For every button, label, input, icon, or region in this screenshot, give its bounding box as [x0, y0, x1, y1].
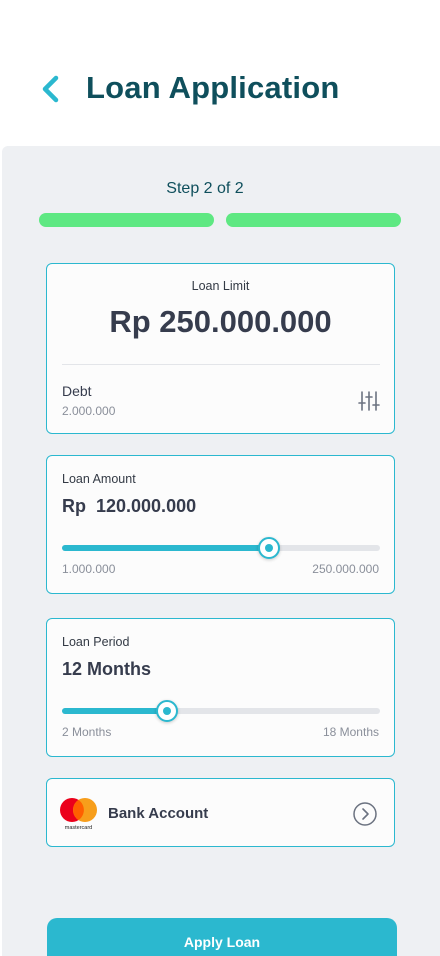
slider-thumb[interactable] — [156, 700, 178, 722]
mastercard-logo-text: mastercard — [65, 825, 93, 831]
loan-limit-value: Rp 250.000.000 — [109, 304, 332, 339]
back-button[interactable] — [38, 74, 64, 104]
app-header: Loan Application — [0, 0, 440, 146]
loan-limit-card: Loan Limit Rp 250.000.000 Debt 2.000.000 — [46, 263, 395, 434]
loan-period-card: Loan Period 12 Months 2 Months 18 Months — [46, 618, 395, 757]
loan-amount-min: 1.000.000 — [62, 562, 116, 576]
sliders-icon[interactable] — [358, 390, 380, 412]
loan-amount-value: Rp 120.000.000 — [62, 496, 197, 516]
chevron-left-icon — [42, 75, 59, 103]
loan-application-screen: Loan Application Step 2 of 2 Loan Limit … — [0, 0, 440, 956]
loan-period-max: 18 Months — [322, 725, 379, 739]
loan-limit-label: Loan Limit — [191, 279, 250, 293]
bank-account-card[interactable]: mastercard Bank Account — [46, 778, 395, 847]
loan-amount-max: 250.000.000 — [312, 562, 379, 576]
bank-account-label: Bank Account — [108, 805, 209, 822]
slider-thumb[interactable] — [258, 537, 280, 559]
debt-label: Debt — [62, 383, 92, 399]
slider-fill — [62, 545, 269, 551]
apply-loan-button[interactable]: Apply Loan — [47, 918, 397, 956]
progress-step-1 — [39, 213, 214, 227]
loan-period-value: 12 Months — [62, 659, 152, 679]
progress-step-2 — [226, 213, 401, 227]
loan-period-label: Loan Period — [62, 635, 130, 649]
debt-value: 2.000.000 — [62, 404, 116, 418]
page-title: Loan Application — [86, 70, 340, 105]
chevron-right-circle-icon[interactable] — [353, 802, 377, 826]
loan-period-min: 2 Months — [62, 725, 112, 739]
slider-fill — [62, 708, 167, 714]
loan-period-slider[interactable] — [62, 699, 380, 723]
loan-amount-card: Loan Amount Rp 120.000.000 1.000.000 250… — [46, 455, 395, 594]
step-indicator-label: Step 2 of 2 — [166, 180, 244, 197]
loan-amount-label: Loan Amount — [62, 472, 136, 486]
loan-amount-slider[interactable] — [62, 536, 380, 560]
divider — [62, 364, 380, 365]
mastercard-logo: mastercard — [59, 797, 99, 831]
